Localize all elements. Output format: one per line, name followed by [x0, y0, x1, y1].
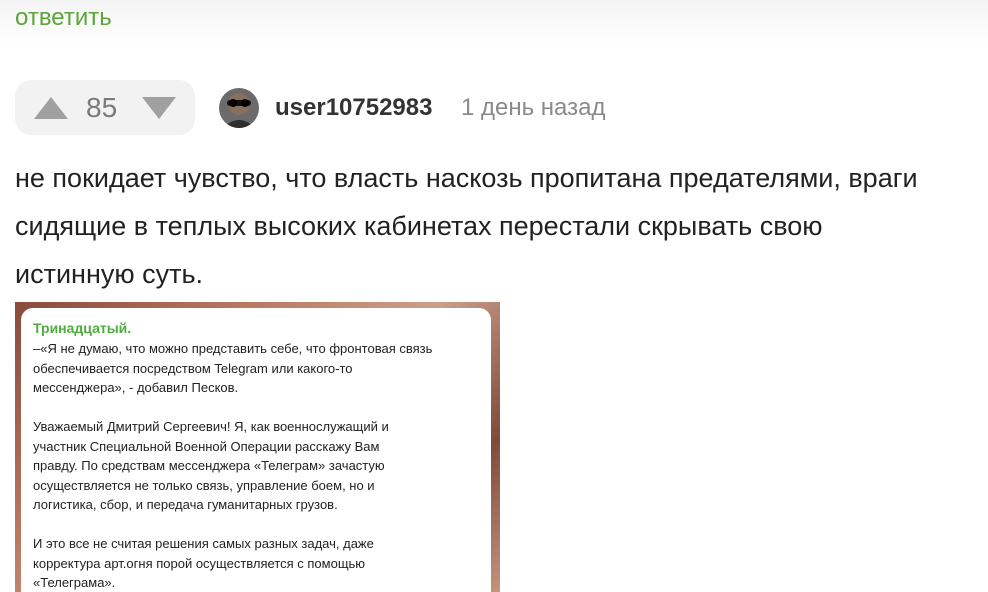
post-line: «Телеграма».	[33, 575, 116, 590]
comment-body: не покидает чувство, что власть наскозь …	[15, 154, 980, 298]
post-gap	[33, 398, 483, 418]
post-line: логистика, сбор, и передача гуманитарных…	[33, 497, 338, 512]
timestamp: 1 день назад	[461, 94, 606, 121]
comment-line: истинную суть.	[15, 259, 204, 289]
post-line: мессенджера», - добавил Песков.	[33, 380, 239, 395]
avatar[interactable]	[219, 88, 259, 128]
message-bubble: Тринадцатый. –«Я не думаю, что можно пре…	[21, 308, 491, 592]
comment-line: не покидает чувство, что власть наскозь …	[15, 163, 918, 193]
post-author: Тринадцатый.	[33, 320, 132, 336]
rating-count: 85	[86, 92, 118, 123]
embedded-screenshot[interactable]: Тринадцатый. –«Я не думаю, что можно пре…	[15, 302, 500, 592]
reply-link[interactable]: ответить	[15, 4, 112, 32]
post-line: корректура арт.огня порой осуществляется…	[33, 555, 366, 571]
post-line: И это все не считая решения самых разных…	[33, 536, 374, 551]
vote-box: 85	[15, 80, 195, 135]
post-line: правду. По средствам мессенджера «Телегр…	[33, 458, 385, 473]
triangle-up-icon[interactable]	[33, 96, 69, 120]
post-line: –«Я не думаю, что можно представить себе…	[33, 341, 433, 356]
post-body: –«Я не думаю, что можно представить себе…	[33, 339, 483, 592]
post-gap	[33, 515, 483, 535]
post-line: Уважаемый Дмитрий Сергеевич! Я, как воен…	[33, 419, 389, 434]
triangle-down-icon[interactable]	[141, 96, 177, 120]
username[interactable]: user10752983	[275, 94, 432, 122]
post-line: осуществляется не только связь, управлен…	[33, 477, 375, 493]
comment-line: сидящие в теплых высоких кабинетах перес…	[15, 211, 823, 241]
post-line: обеспечивается посредством Telegram или …	[33, 360, 353, 376]
post-line: участник Специальной Военной Операции ра…	[33, 438, 380, 454]
top-fade	[0, 0, 988, 44]
